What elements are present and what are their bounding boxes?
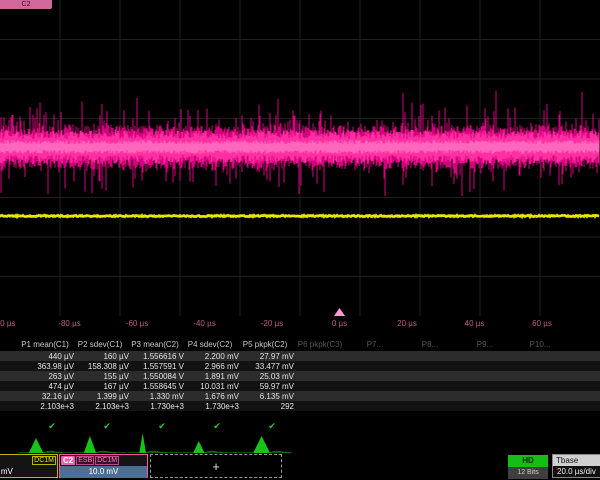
time-axis-label: -100 µs bbox=[0, 319, 15, 328]
measure-P1-sdev: 32.16 µV bbox=[18, 392, 74, 401]
param-header-P8[interactable]: P8... bbox=[401, 340, 459, 349]
param-header-P3[interactable]: P3 mean(C2) bbox=[126, 340, 184, 349]
time-axis-label: -20 µs bbox=[261, 319, 283, 328]
c2-mode-badge: ESB bbox=[76, 456, 94, 465]
param-header-P10[interactable]: P10... bbox=[511, 340, 569, 349]
measure-P1-num: 2.103e+3 bbox=[18, 402, 74, 411]
param-header-P1[interactable]: P1 mean(C1) bbox=[16, 340, 74, 349]
waveform-display[interactable]: C2 bbox=[0, 0, 600, 316]
hd-bits-label: 12 Bits bbox=[508, 467, 548, 479]
timebase-title: Tbase bbox=[553, 455, 600, 466]
descriptor-bar: C1 DC1M 50.0 mV C2 ESB DC1M 10.0 mV + HD… bbox=[0, 452, 600, 480]
param-header-P6[interactable]: P6 pkpk(C3) bbox=[291, 340, 349, 349]
measure-P1-max: 474 µV bbox=[18, 382, 74, 391]
param-header-P7[interactable]: P7... bbox=[346, 340, 404, 349]
measure-P5-max: 59.97 mV bbox=[238, 382, 294, 391]
measure-P5-value: 27.97 mV bbox=[238, 352, 294, 361]
measure-P1-value: 440 µV bbox=[18, 352, 74, 361]
plus-icon: + bbox=[212, 459, 220, 474]
waveform-grid bbox=[0, 0, 600, 316]
oscilloscope-screen: C2 -100 µs -80 µs -60 µs -40 µs -20 µs 0 µs 20… bbox=[0, 0, 600, 480]
time-axis-label: -40 µs bbox=[193, 319, 215, 328]
c2-coupling-badge: DC1M bbox=[95, 456, 119, 465]
channel-descriptor-c1[interactable]: C1 DC1M 50.0 mV bbox=[0, 454, 58, 478]
trigger-time-marker-icon[interactable] bbox=[334, 308, 345, 316]
measurement-table: P1 mean(C1) 440 µV363.98 µV263 µV474 µV32… bbox=[0, 340, 600, 435]
timebase-descriptor[interactable]: Tbase 20.0 µs/div bbox=[552, 454, 600, 478]
c2-channel-label: C2 bbox=[61, 456, 75, 465]
measure-P3-value: 1.556616 V bbox=[128, 352, 184, 361]
measure-P2-max: 167 µV bbox=[73, 382, 129, 391]
measure-P5-min: 25.03 mV bbox=[238, 372, 294, 381]
timebase-value: 20.0 µs/div bbox=[553, 466, 600, 478]
measure-P4-sdev: 1.676 mV bbox=[183, 392, 239, 401]
param-header-P5[interactable]: P5 pkpk(C2) bbox=[236, 340, 294, 349]
param-header-P9[interactable]: P9... bbox=[456, 340, 514, 349]
c1-coupling-badge: DC1M bbox=[32, 456, 56, 465]
time-axis-label: 0 µs bbox=[332, 319, 347, 328]
time-axis-label: 40 µs bbox=[465, 319, 485, 328]
measure-P2-value: 160 µV bbox=[73, 352, 129, 361]
measure-P2-mean: 158.308 µV bbox=[73, 362, 129, 371]
measure-P2-min: 155 µV bbox=[73, 372, 129, 381]
measure-P5-num: 292 bbox=[238, 402, 294, 411]
time-axis-label: -80 µs bbox=[58, 319, 80, 328]
measure-P1-mean: 363.98 µV bbox=[18, 362, 74, 371]
measure-P5-sdev: 6.135 mV bbox=[238, 392, 294, 401]
measure-P5-mean: 33.477 mV bbox=[238, 362, 294, 371]
time-axis-label: 60 µs bbox=[532, 319, 552, 328]
channel-descriptor-c2[interactable]: C2 ESB DC1M 10.0 mV bbox=[59, 454, 148, 478]
measure-P3-mean: 1.557591 V bbox=[128, 362, 184, 371]
c1-scale-value: 50.0 mV bbox=[0, 466, 57, 478]
measure-P4-value: 2.200 mV bbox=[183, 352, 239, 361]
time-axis: -100 µs -80 µs -60 µs -40 µs -20 µs 0 µs 20 µs… bbox=[0, 316, 600, 332]
param-header-P4[interactable]: P4 sdev(C2) bbox=[181, 340, 239, 349]
measure-P4-num: 1.730e+3 bbox=[183, 402, 239, 411]
measure-P1-min: 263 µV bbox=[18, 372, 74, 381]
hd-mode-badge[interactable]: HD bbox=[508, 455, 548, 467]
measure-P3-max: 1.558645 V bbox=[128, 382, 184, 391]
param-header-P2[interactable]: P2 sdev(C1) bbox=[71, 340, 129, 349]
measure-P2-sdev: 1.399 µV bbox=[73, 392, 129, 401]
c2-trace-label[interactable]: C2 bbox=[0, 0, 52, 9]
add-channel-button[interactable]: + bbox=[150, 454, 282, 478]
measure-P4-min: 1.891 mV bbox=[183, 372, 239, 381]
measure-P2-num: 2.103e+3 bbox=[73, 402, 129, 411]
measure-P3-sdev: 1.330 mV bbox=[128, 392, 184, 401]
measure-P4-mean: 2.966 mV bbox=[183, 362, 239, 371]
measure-P3-min: 1.550084 V bbox=[128, 372, 184, 381]
time-axis-label: 20 µs bbox=[397, 319, 417, 328]
measure-P3-num: 1.730e+3 bbox=[128, 402, 184, 411]
c2-scale-value: 10.0 mV bbox=[60, 466, 147, 478]
time-axis-label: -60 µs bbox=[126, 319, 148, 328]
measure-P4-max: 10.031 mV bbox=[183, 382, 239, 391]
